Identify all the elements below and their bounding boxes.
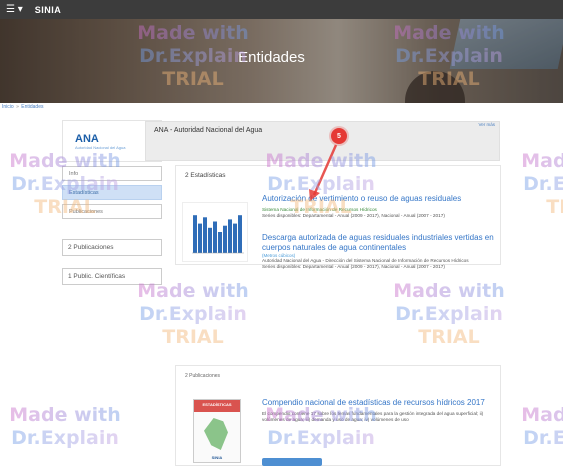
- statistics-thumbnail[interactable]: [182, 202, 248, 262]
- chart-bar: [213, 221, 217, 253]
- breadcrumb-separator: »: [16, 104, 19, 110]
- publication-cover[interactable]: ESTADÍSTICAS SINIA: [193, 399, 241, 463]
- watermark: Made withDr.Explain: [0, 404, 130, 450]
- watermark: Made withDr.ExplainTRIAL: [512, 150, 563, 219]
- callout-arrow: [309, 144, 338, 201]
- chart-bar: [223, 225, 227, 253]
- chart-bar: [218, 232, 222, 253]
- breadcrumb: Inicio » Entidades: [2, 104, 44, 110]
- chart-bar: [208, 227, 212, 253]
- publication-description: El compendio contiene 17 sobre los temas…: [262, 411, 484, 422]
- result-title-link[interactable]: Descarga autorizada de aguas residuales …: [262, 233, 502, 253]
- sidebar-item-publicaciones[interactable]: Publicaciones: [62, 204, 162, 219]
- cientificas-count-button[interactable]: 1 Public. Científicas: [62, 268, 162, 285]
- sidebar-item-info[interactable]: Info: [62, 166, 162, 181]
- top-navbar: ☰ ▾ SINIA: [0, 0, 563, 19]
- organization-name: ANA - Autoridad Nacional del Agua: [154, 127, 263, 134]
- chart-bar: [198, 223, 202, 253]
- statistics-count: 2 Estadísticas: [185, 172, 226, 179]
- brand-logo[interactable]: SINIA: [35, 5, 62, 15]
- chart-bar: [193, 215, 197, 253]
- result-series: Series disponibles: Departamental - Anua…: [262, 264, 445, 269]
- peru-map-icon: [204, 418, 228, 450]
- breadcrumb-home[interactable]: Inicio: [2, 104, 14, 110]
- chart-bar: [238, 215, 242, 253]
- result-item: Descarga autorizada de aguas residuales …: [262, 233, 502, 270]
- callout-marker: 5: [331, 128, 347, 144]
- result-item: Autorización de vertimiento o reuso de a…: [262, 194, 502, 219]
- publicaciones-count-button[interactable]: 2 Publicaciones: [62, 239, 162, 256]
- statistics-results: Autorización de vertimiento o reuso de a…: [262, 194, 502, 270]
- watermark: Made withDr.Explain: [512, 404, 563, 450]
- menu-icon[interactable]: ☰ ▾: [6, 4, 23, 15]
- more-link[interactable]: Ver más: [478, 122, 495, 127]
- sidebar-item-estadisticas[interactable]: Estadísticas: [62, 185, 162, 200]
- publications-count: 2 Publicaciones: [185, 373, 221, 379]
- result-series: Series disponibles: Departamental - Anua…: [262, 213, 445, 218]
- publication-download-button[interactable]: [262, 458, 322, 466]
- chart-bar: [203, 217, 207, 253]
- publication-item: Compendio nacional de estadísticas de re…: [262, 398, 502, 423]
- publication-title-link[interactable]: Compendio nacional de estadísticas de re…: [262, 398, 502, 408]
- result-title-link[interactable]: Autorización de vertimiento o reuso de a…: [262, 194, 502, 204]
- hero-banner: Entidades: [0, 19, 563, 103]
- chart-bar: [228, 219, 232, 253]
- chart-bar: [233, 223, 237, 253]
- page-title: Entidades: [238, 49, 305, 66]
- watermark: Made withDr.ExplainTRIAL: [384, 280, 514, 349]
- breadcrumb-current[interactable]: Entidades: [21, 104, 43, 110]
- bar-chart-thumbnail: [192, 215, 244, 254]
- watermark: Made withDr.ExplainTRIAL: [128, 280, 258, 349]
